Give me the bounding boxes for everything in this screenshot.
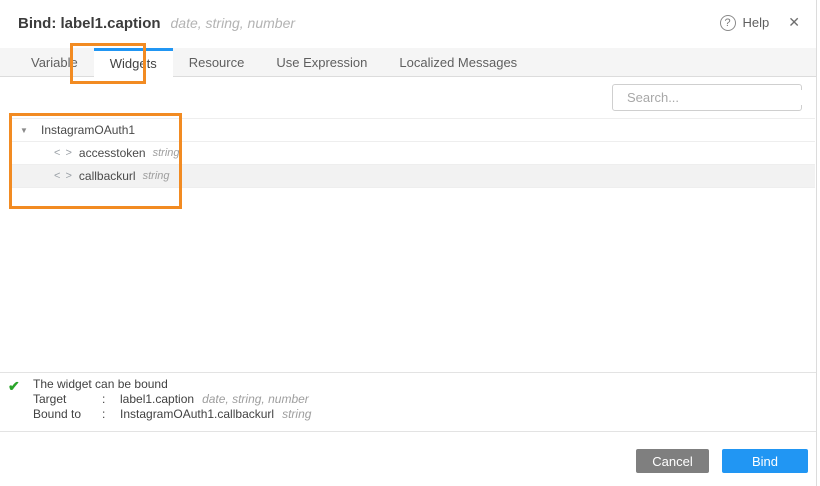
dialog-subtitle: date, string, number: [171, 15, 296, 31]
help-link[interactable]: Help: [743, 15, 770, 30]
tree-node-label: accesstoken: [79, 146, 146, 160]
dialog-title: Bind: label1.caption: [18, 15, 161, 32]
search-input[interactable]: [627, 90, 803, 105]
check-icon: ✔: [8, 377, 33, 395]
dialog-right-border: [816, 0, 817, 486]
tree-node-type: string: [153, 147, 180, 159]
tab-use-expression[interactable]: Use Expression: [260, 48, 383, 77]
chevron-down-icon[interactable]: ▼: [20, 126, 30, 135]
status-value: label1.caption: [120, 392, 194, 406]
tree-node-callbackurl[interactable]: < > callbackurl string: [10, 165, 815, 188]
close-icon[interactable]: ✕: [788, 14, 800, 31]
cancel-button[interactable]: Cancel: [636, 449, 709, 473]
status-colon: :: [102, 392, 120, 407]
status-target-row: Target : label1.caption date, string, num…: [33, 392, 311, 407]
footer-divider: [0, 431, 816, 432]
status-value: InstagramOAuth1.callbackurl: [120, 407, 274, 421]
tab-resource[interactable]: Resource: [173, 48, 261, 77]
tree-node-root[interactable]: ▼ InstagramOAuth1: [10, 119, 815, 142]
field-icon: < >: [54, 170, 73, 182]
tab-variable[interactable]: Variable: [15, 48, 94, 77]
tree-node-label: callbackurl: [79, 169, 136, 183]
dialog-header: Bind: label1.caption date, string, numbe…: [0, 0, 816, 48]
field-icon: < >: [54, 147, 73, 159]
tree-node-accesstoken[interactable]: < > accesstoken string: [10, 142, 815, 165]
help-icon[interactable]: ?: [720, 15, 736, 31]
status-message: The widget can be bound: [33, 377, 311, 392]
tree-node-type: string: [143, 170, 170, 182]
bind-button[interactable]: Bind: [722, 449, 808, 473]
status-label: Target: [33, 392, 102, 407]
widget-tree: ▼ InstagramOAuth1 < > accesstoken string…: [10, 118, 815, 188]
bind-dialog: Bind: label1.caption date, string, numbe…: [0, 0, 820, 486]
search-box: [612, 84, 802, 111]
status-divider-top: [0, 372, 816, 373]
tree-node-label: InstagramOAuth1: [41, 123, 135, 137]
status-label: Bound to: [33, 407, 102, 422]
tab-bar: Variable Widgets Resource Use Expression…: [0, 48, 816, 77]
status-value-type: date, string, number: [202, 392, 309, 406]
binding-status: ✔ The widget can be bound Target : label…: [8, 377, 311, 422]
status-colon: :: [102, 407, 120, 422]
status-boundto-row: Bound to : InstagramOAuth1.callbackurl st…: [33, 407, 311, 422]
tab-localized-messages[interactable]: Localized Messages: [383, 48, 533, 77]
tab-widgets[interactable]: Widgets: [94, 48, 173, 78]
status-value-type: string: [282, 407, 311, 421]
